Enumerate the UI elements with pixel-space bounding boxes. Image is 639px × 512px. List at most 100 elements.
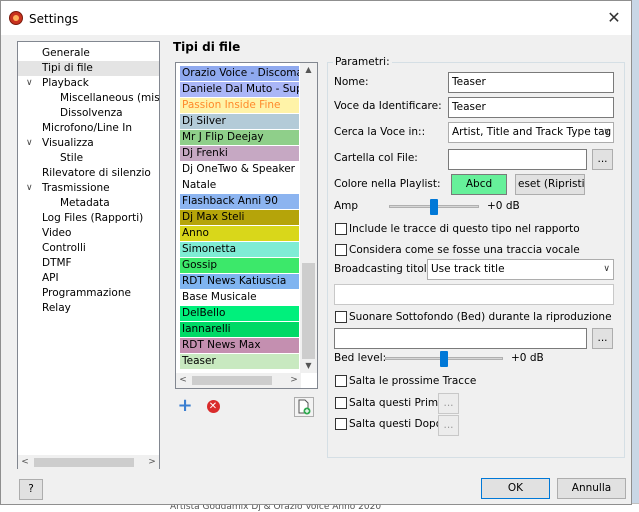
tree-item[interactable]: Rilevatore di silenzio — [42, 166, 151, 181]
tree-item[interactable]: Visualizza — [42, 136, 94, 151]
file-type-item[interactable]: Anno — [180, 226, 299, 241]
folder-field[interactable] — [448, 149, 587, 170]
browse-folder-button[interactable]: ... — [592, 149, 613, 170]
ok-button[interactable]: OK — [481, 478, 550, 499]
amp-value: +0 dB — [487, 200, 520, 212]
name-field[interactable]: Teaser — [448, 72, 614, 93]
skip-next-checkbox[interactable] — [335, 375, 347, 387]
add-type-button[interactable]: + — [175, 397, 195, 417]
search-in-label: Cerca la Voce in:: — [334, 126, 426, 138]
broadcast-title-value: Use track title — [431, 263, 505, 275]
tree-item[interactable]: Programmazione — [42, 286, 131, 301]
list-horizontal-scrollbar[interactable]: < > — [176, 373, 301, 388]
file-type-item[interactable]: Daniele Dal Muto - Super... — [180, 82, 299, 97]
tree-item[interactable]: Stile — [60, 151, 83, 166]
add-file-button[interactable] — [294, 397, 314, 417]
tree-item[interactable]: Trasmissione — [42, 181, 110, 196]
file-type-item[interactable]: RDT News Max — [180, 338, 299, 353]
tree-item[interactable]: Microfono/Line In — [42, 121, 132, 136]
folder-label: Cartella col File: — [334, 152, 418, 164]
skip-before-browse-button[interactable]: ... — [438, 393, 459, 414]
file-type-item[interactable]: Dj Silver — [180, 114, 299, 129]
file-type-item[interactable]: Mr J Flip Deejay — [180, 130, 299, 145]
file-type-item[interactable]: Dj OneTwo & Speaker Oc... — [180, 162, 299, 177]
color-picker-button[interactable]: Abcd — [451, 174, 507, 195]
chevron-down-icon[interactable]: ∨ — [26, 181, 36, 196]
tree-item[interactable]: Playback — [42, 76, 89, 91]
tree-item[interactable]: Tipi di file — [42, 61, 93, 76]
file-type-item[interactable]: Gossip — [180, 258, 299, 273]
bed-checkbox[interactable] — [335, 311, 347, 323]
name-label: Nome: — [334, 76, 369, 88]
bed-level-slider-thumb[interactable] — [440, 351, 448, 367]
skip-before-label: Salta questi Prima — [349, 397, 445, 409]
delete-type-button[interactable]: ✕ — [203, 397, 223, 417]
include-report-label: Include le tracce di questo tipo nel rap… — [349, 223, 580, 235]
tree-item[interactable]: Generale — [42, 46, 90, 61]
tree-item[interactable]: Video — [42, 226, 71, 241]
broadcast-title-field[interactable] — [334, 284, 614, 305]
chevron-down-icon[interactable]: ∨ — [26, 76, 36, 91]
tree-item[interactable]: DTMF — [42, 256, 72, 271]
cancel-button[interactable]: Annulla — [557, 478, 626, 499]
help-button[interactable]: ? — [19, 479, 43, 500]
close-icon[interactable]: ✕ — [603, 7, 625, 29]
settings-tree[interactable]: Generale Tipi di file ∨ Playback Miscellaneo… — [17, 41, 160, 469]
file-type-item[interactable]: Natale — [180, 178, 299, 193]
bed-level-label: Bed level: — [334, 352, 387, 364]
tree-horizontal-scrollbar[interactable]: < > — [18, 455, 159, 470]
file-type-item[interactable]: Orazio Voice - Discomania — [180, 66, 299, 81]
bed-label: Suonare Sottofondo (Bed) durante la ripr… — [349, 311, 612, 323]
amp-slider-thumb[interactable] — [430, 199, 438, 215]
parameters-legend: Parametri: — [333, 56, 392, 68]
title-bar: Settings ✕ — [1, 1, 631, 35]
scroll-left-icon[interactable]: < — [18, 455, 32, 470]
file-type-item[interactable]: Passion Inside Fine — [180, 98, 299, 113]
file-type-item[interactable]: Flashback Anni 90 — [180, 194, 299, 209]
broadcast-title-dropdown[interactable]: Use track title ∨ — [427, 259, 614, 280]
scroll-thumb[interactable] — [302, 263, 315, 359]
file-type-item[interactable]: Base Musicale — [180, 290, 299, 305]
scroll-down-icon[interactable]: ▼ — [300, 359, 317, 373]
tree-item[interactable]: Dissolvenza — [60, 106, 123, 121]
search-in-dropdown[interactable]: Artist, Title and Track Type tag ∨ — [448, 122, 614, 143]
file-type-item[interactable]: Dj Frenki — [180, 146, 299, 161]
skip-after-checkbox[interactable] — [335, 418, 347, 430]
plus-icon: + — [177, 395, 193, 416]
settings-dialog: Settings ✕ Generale Tipi di file ∨ Playback… — [0, 0, 632, 505]
scroll-right-icon[interactable]: > — [145, 455, 159, 470]
tree-item[interactable]: Log Files (Rapporti) — [42, 211, 143, 226]
scroll-left-icon[interactable]: < — [176, 373, 190, 388]
tree-item[interactable]: Controlli — [42, 241, 86, 256]
bed-file-field[interactable] — [334, 328, 587, 349]
file-types-list[interactable]: Teaser RDT News Max Iannarelli DelBello Base… — [175, 62, 318, 389]
reset-color-button[interactable]: eset (Ripristina — [515, 174, 585, 195]
voice-field[interactable]: Teaser — [448, 97, 614, 118]
add-file-icon — [298, 399, 311, 415]
scroll-up-icon[interactable]: ▲ — [300, 63, 317, 77]
file-type-item[interactable]: RDT News Katiuscia — [180, 274, 299, 289]
tree-item[interactable]: API — [42, 271, 59, 286]
page-title: Tipi di file — [173, 40, 241, 54]
skip-after-browse-button[interactable]: ... — [438, 415, 459, 436]
chevron-down-icon: ∨ — [603, 127, 610, 137]
browse-bed-button[interactable]: ... — [592, 328, 613, 349]
scroll-right-icon[interactable]: > — [287, 373, 301, 388]
scroll-thumb[interactable] — [192, 376, 272, 385]
skip-before-checkbox[interactable] — [335, 397, 347, 409]
file-type-item[interactable]: Teaser — [180, 354, 299, 369]
list-vertical-scrollbar[interactable]: ▲ ▼ — [300, 63, 317, 373]
tree-item[interactable]: Metadata — [60, 196, 110, 211]
scroll-thumb[interactable] — [34, 458, 134, 467]
chevron-down-icon[interactable]: ∨ — [26, 136, 36, 151]
tree-item[interactable]: Miscellaneous (miscela — [60, 91, 159, 106]
voice-track-checkbox[interactable] — [335, 244, 347, 256]
file-type-item[interactable]: DelBello — [180, 306, 299, 321]
include-report-checkbox[interactable] — [335, 223, 347, 235]
tree-item[interactable]: Relay — [42, 301, 71, 316]
amp-label: Amp — [334, 200, 359, 212]
file-type-item[interactable]: Simonetta — [180, 242, 299, 257]
file-type-item[interactable]: Dj Max Steli — [180, 210, 299, 225]
skip-next-label: Salta le prossime Tracce — [349, 375, 477, 387]
file-type-item[interactable]: Iannarelli — [180, 322, 299, 337]
